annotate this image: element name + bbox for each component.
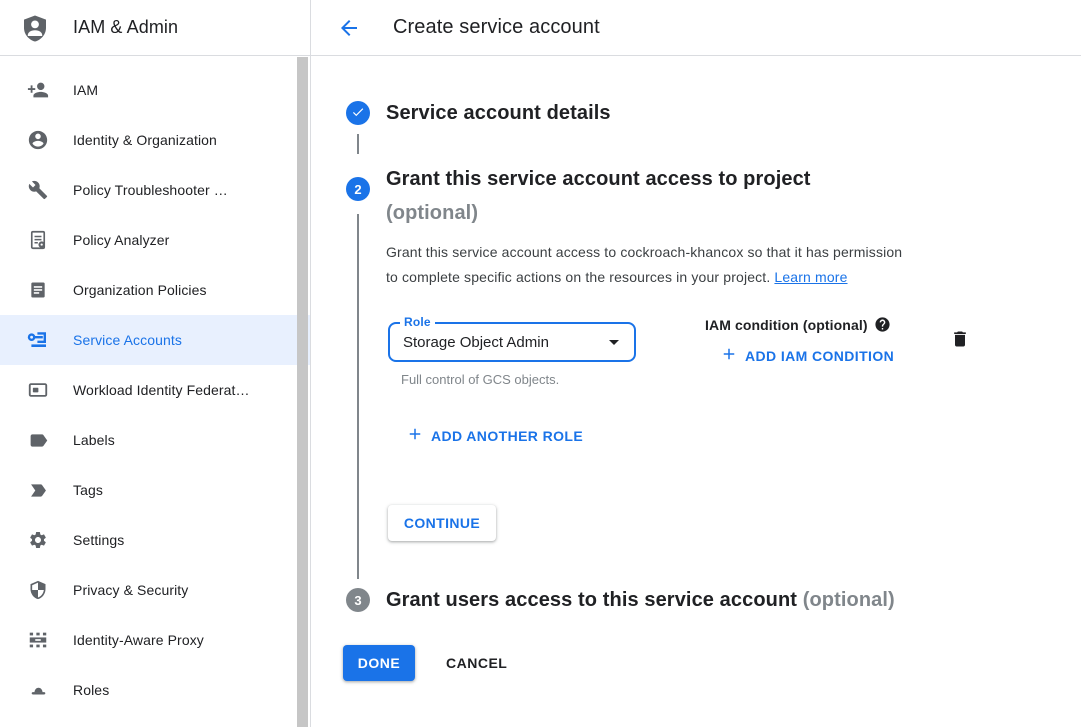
sidebar-item-roles[interactable]: Roles	[0, 665, 310, 715]
form-footer: DONE CANCEL	[343, 645, 1081, 681]
step2-description: Grant this service account access to coc…	[386, 240, 902, 290]
step3-number-badge: 3	[346, 588, 370, 612]
gear-icon	[27, 529, 49, 551]
sidebar-item-label: Workload Identity Federat…	[73, 382, 250, 398]
sidebar-item-label: Policy Analyzer	[73, 232, 169, 248]
add-another-role-button[interactable]: ADD ANOTHER ROLE	[406, 425, 583, 446]
step3-header[interactable]: 3 Grant users access to this service acc…	[346, 586, 1081, 614]
create-service-account-form: Service account details 2 Grant this ser…	[311, 56, 1081, 681]
policy-analyzer-document-icon	[27, 229, 49, 251]
app-window: IAM & Admin IAM Identity & Organization	[0, 0, 1081, 727]
sidebar-item-iam[interactable]: IAM	[0, 65, 310, 115]
role-column: Role Storage Object Admin Full control o…	[386, 322, 636, 387]
tag-arrow-icon	[27, 479, 49, 501]
proxy-frame-icon	[27, 629, 49, 651]
iam-condition-label-row: IAM condition (optional)	[705, 316, 894, 333]
sidebar-item-label: Labels	[73, 432, 115, 448]
sidebar-nav: IAM Identity & Organization Policy Troub…	[0, 56, 310, 715]
service-account-key-icon	[27, 329, 49, 351]
sidebar-item-label: Service Accounts	[73, 332, 182, 348]
product-title: IAM & Admin	[73, 17, 178, 38]
step-connector-line	[357, 134, 359, 154]
sidebar-item-service-accounts[interactable]: Service Accounts	[0, 315, 310, 365]
sidebar-item-policy-troubleshooter[interactable]: Policy Troubleshooter …	[0, 165, 310, 215]
check-icon	[351, 105, 365, 122]
label-icon	[27, 429, 49, 451]
trash-icon	[950, 329, 970, 352]
step2-number-badge: 2	[346, 177, 370, 201]
sidebar-item-identity-organization[interactable]: Identity & Organization	[0, 115, 310, 165]
back-button[interactable]	[337, 16, 361, 40]
sidebar-item-identity-aware-proxy[interactable]: Identity-Aware Proxy	[0, 615, 310, 665]
sidebar-item-label: Tags	[73, 482, 103, 498]
step3-title-optional: (optional)	[803, 589, 895, 611]
sidebar-item-label: Settings	[73, 532, 124, 548]
sidebar-item-label: IAM	[73, 82, 98, 98]
sidebar-item-label: Policy Troubleshooter …	[73, 182, 228, 198]
delete-role-button[interactable]	[950, 329, 970, 352]
step1-title: Service account details	[386, 100, 611, 126]
step2-title: Grant this service account access to pro…	[386, 162, 902, 230]
step2-body: Grant this service account access to pro…	[386, 162, 902, 583]
iam-admin-shield-icon	[21, 14, 49, 42]
sidebar-item-labels[interactable]: Labels	[0, 415, 310, 465]
step2-title-optional: (optional)	[386, 202, 478, 224]
arrow-back-icon	[337, 16, 361, 40]
page-title: Create service account	[393, 16, 600, 39]
sidebar-item-workload-identity-federation[interactable]: Workload Identity Federat…	[0, 365, 310, 415]
role-select[interactable]: Role Storage Object Admin	[388, 322, 636, 362]
sidebar-header: IAM & Admin	[0, 0, 310, 56]
step1-complete-badge	[346, 101, 370, 125]
sidebar-item-privacy-security[interactable]: Privacy & Security	[0, 565, 310, 615]
sidebar-item-settings[interactable]: Settings	[0, 515, 310, 565]
sidebar-scrollbar[interactable]	[297, 57, 308, 727]
add-iam-condition-button[interactable]: ADD IAM CONDITION	[720, 345, 894, 366]
sidebar-item-tags[interactable]: Tags	[0, 465, 310, 515]
sidebar-item-organization-policies[interactable]: Organization Policies	[0, 265, 310, 315]
sidebar-item-policy-analyzer[interactable]: Policy Analyzer	[0, 215, 310, 265]
learn-more-link[interactable]: Learn more	[774, 269, 847, 285]
identity-card-icon	[27, 379, 49, 401]
step2-section: 2 Grant this service account access to p…	[346, 162, 1081, 583]
continue-button[interactable]: CONTINUE	[388, 505, 496, 541]
iam-condition-label: IAM condition (optional)	[705, 317, 868, 333]
account-circle-icon	[27, 129, 49, 151]
sidebar-item-label: Identity-Aware Proxy	[73, 632, 204, 648]
role-row: Role Storage Object Admin Full control o…	[386, 322, 902, 387]
wrench-icon	[27, 179, 49, 201]
document-lines-icon	[27, 279, 49, 301]
role-field-value: Storage Object Admin	[403, 334, 602, 351]
sidebar-item-label: Identity & Organization	[73, 132, 217, 148]
sidebar-item-label: Organization Policies	[73, 282, 207, 298]
help-icon[interactable]	[874, 316, 891, 333]
role-field-label: Role	[400, 315, 435, 329]
step3-title: Grant users access to this service accou…	[386, 586, 895, 614]
arrow-drop-down-icon	[602, 330, 626, 354]
shield-half-icon	[27, 579, 49, 601]
plus-icon	[406, 425, 424, 446]
done-button[interactable]: DONE	[343, 645, 415, 681]
step1-header[interactable]: Service account details	[346, 100, 1081, 126]
person-add-icon	[27, 79, 49, 101]
hat-icon	[27, 679, 49, 701]
sidebar-item-label: Roles	[73, 682, 109, 698]
cancel-button[interactable]: CANCEL	[446, 655, 507, 671]
role-helper-text: Full control of GCS objects.	[401, 372, 636, 387]
step-connector-line	[357, 214, 359, 579]
page-header: Create service account	[311, 0, 1081, 56]
main-panel: Create service account Service account d…	[311, 0, 1081, 727]
sidebar: IAM & Admin IAM Identity & Organization	[0, 0, 311, 727]
sidebar-item-label: Privacy & Security	[73, 582, 188, 598]
iam-condition-column: IAM condition (optional) ADD IAM CONDITI…	[705, 316, 894, 366]
plus-icon	[720, 345, 738, 366]
